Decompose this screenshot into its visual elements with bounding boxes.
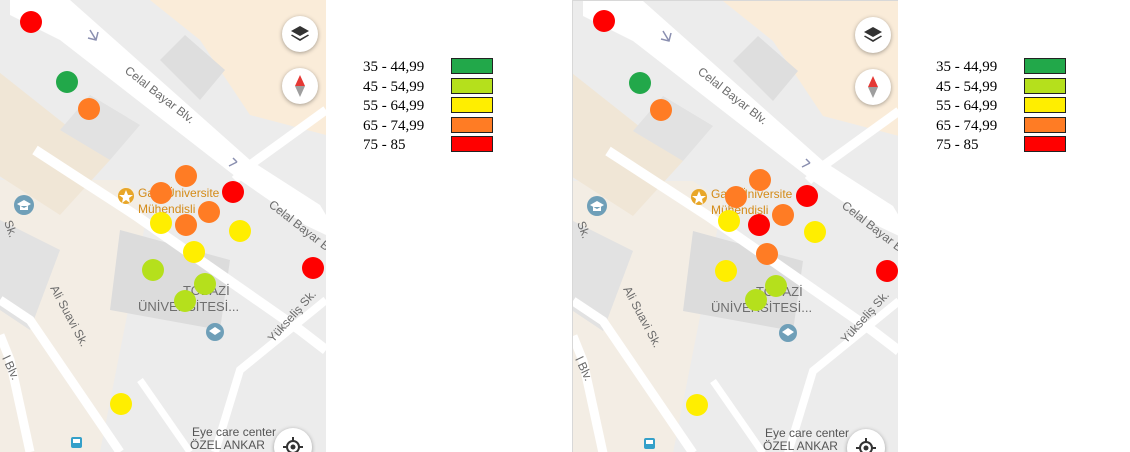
- sound-level-point: [110, 393, 132, 415]
- sound-level-point: [20, 11, 42, 33]
- legend-label: 55 - 64,99: [936, 98, 998, 114]
- legend-label: 35 - 44,99: [936, 59, 998, 75]
- sound-level-point: [174, 290, 196, 312]
- layers-button[interactable]: [855, 17, 891, 53]
- sound-level-point: [150, 212, 172, 234]
- sound-level-point: [772, 204, 794, 226]
- school-icon: [587, 196, 607, 216]
- legend-swatch: [1024, 97, 1066, 113]
- sound-level-point: [302, 257, 324, 279]
- legend-swatch: [1024, 136, 1066, 152]
- sound-level-point: [183, 241, 205, 263]
- sound-level-point: [804, 221, 826, 243]
- legend-label: 45 - 54,99: [363, 78, 425, 95]
- sound-level-point: [650, 99, 672, 121]
- legend-swatch: [451, 77, 493, 94]
- school-icon: [206, 323, 224, 341]
- compass-icon: [295, 75, 305, 97]
- legend-swatch: [451, 58, 493, 74]
- sound-level-point: [194, 273, 216, 295]
- layers-button[interactable]: [282, 16, 318, 52]
- sound-level-point: [748, 214, 770, 236]
- store-label-line2: ÖZEL ANKAR: [763, 439, 838, 452]
- sound-level-point: [222, 181, 244, 203]
- sound-level-point: [150, 182, 172, 204]
- sound-level-point: [175, 214, 197, 236]
- sound-level-point: [876, 260, 898, 282]
- legend-swatch: [451, 116, 493, 133]
- transit-icon: [71, 437, 82, 448]
- sound-level-point: [175, 165, 197, 187]
- my-location-icon: [856, 438, 876, 452]
- school-icon: [14, 195, 34, 215]
- legend-label: 45 - 54,99: [936, 78, 998, 95]
- sound-level-point: [715, 260, 737, 282]
- star-pin-icon[interactable]: [691, 189, 707, 205]
- sound-level-point: [686, 394, 708, 416]
- poi-label-line1: Gazi Üniversite: [711, 187, 793, 201]
- sound-level-point: [765, 275, 787, 297]
- sound-level-point: [78, 98, 100, 120]
- store-label-line1: Eye care center: [192, 425, 276, 439]
- sound-level-point: [745, 289, 767, 311]
- compass-button[interactable]: [282, 68, 318, 104]
- legend-label: 75 - 85: [936, 137, 979, 153]
- sound-level-point: [749, 169, 771, 191]
- legend-swatch: [1024, 77, 1066, 94]
- map-canvas[interactable]: Celal Bayar Blv. Celal Bayar B Ali Suavi…: [0, 0, 326, 452]
- store-label-line1: Eye care center: [765, 426, 849, 440]
- legend-label: 65 - 74,99: [363, 117, 425, 134]
- sound-level-point: [629, 72, 651, 94]
- sound-level-point: [56, 71, 78, 93]
- sound-level-point: [593, 10, 615, 32]
- legend-swatch: [451, 136, 493, 152]
- store-label-line2: ÖZEL ANKAR: [190, 438, 265, 452]
- sound-level-point: [725, 186, 747, 208]
- sound-level-point: [229, 220, 251, 242]
- sound-level-point: [198, 201, 220, 223]
- sound-level-point: [756, 243, 778, 265]
- legend-label: 35 - 44,99: [363, 59, 425, 75]
- sound-level-point: [796, 185, 818, 207]
- school-icon: [779, 324, 797, 342]
- legend-label: 65 - 74,99: [936, 117, 998, 134]
- map-canvas[interactable]: Celal Bayar Blv. Celal Bayar B Ali Suavi…: [573, 1, 898, 452]
- my-location-icon: [283, 437, 303, 452]
- compass-icon: [868, 76, 878, 98]
- layers-icon: [291, 26, 309, 41]
- legend-swatch: [451, 97, 493, 113]
- layers-icon: [864, 27, 882, 42]
- map-panel-right[interactable]: Celal Bayar Blv. Celal Bayar B Ali Suavi…: [572, 0, 898, 452]
- sound-level-point: [718, 210, 740, 232]
- legend-swatch: [1024, 116, 1066, 133]
- legend-label: 55 - 64,99: [363, 98, 425, 114]
- transit-icon: [644, 438, 655, 449]
- map-panel-left[interactable]: Celal Bayar Blv. Celal Bayar B Ali Suavi…: [0, 0, 326, 452]
- legend-label: 75 - 85: [363, 137, 406, 153]
- legend-swatch: [1024, 58, 1066, 74]
- compass-button[interactable]: [855, 69, 891, 105]
- sound-level-point: [142, 259, 164, 281]
